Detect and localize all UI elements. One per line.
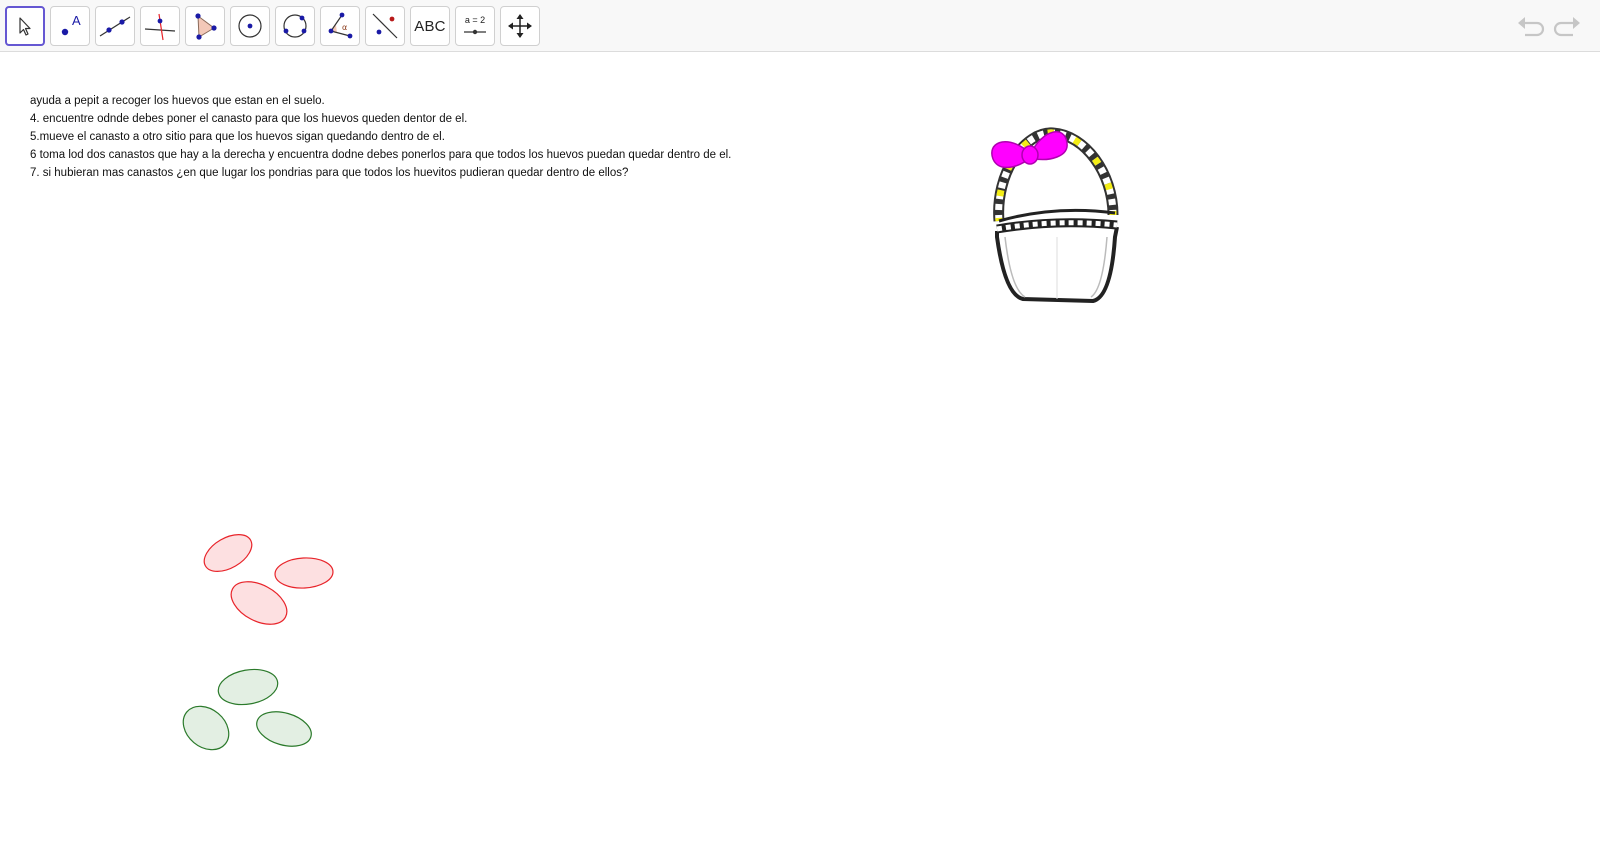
line-tool-button[interactable]: [95, 6, 135, 46]
instruction-line: 5.mueve el canasto a otro sitio para que…: [30, 131, 445, 143]
circle-three-points-tool-button[interactable]: [275, 6, 315, 46]
polygon-icon: [195, 13, 217, 40]
circle-center-icon: [238, 14, 262, 38]
instructions-text: ayuda a pepit a recoger los huevos que e…: [30, 92, 731, 182]
green-egg[interactable]: [216, 665, 281, 709]
green-egg[interactable]: [253, 706, 316, 752]
redo-button[interactable]: [1552, 12, 1584, 42]
undo-icon: [1518, 17, 1545, 37]
perpendicular-line-tool-button[interactable]: [140, 6, 180, 46]
move-tool-button[interactable]: [5, 6, 45, 46]
reflect-about-line-icon: [372, 13, 398, 39]
point-tool-button[interactable]: A: [50, 6, 90, 46]
red-egg[interactable]: [198, 527, 258, 579]
svg-text:α: α: [342, 23, 347, 32]
instruction-line: 6 toma lod dos canastos que hay a la der…: [30, 149, 732, 161]
angle-icon: α: [328, 12, 353, 39]
slider-icon: a = 2: [464, 15, 486, 35]
angle-tool-button[interactable]: α: [320, 6, 360, 46]
polygon-tool-button[interactable]: [185, 6, 225, 46]
toolbar: A α ABC a = 2: [0, 0, 1600, 52]
basket-image[interactable]: [985, 113, 1145, 308]
instruction-line: 4. encuentre odnde debes poner el canast…: [30, 113, 468, 125]
arrow-cursor-icon: [19, 17, 31, 36]
redo-icon: [1553, 17, 1580, 37]
reflect-tool-button[interactable]: [365, 6, 405, 46]
circle-three-points-icon: [283, 14, 307, 38]
svg-text:a = 2: a = 2: [465, 15, 485, 25]
green-egg[interactable]: [175, 697, 238, 758]
svg-text:A: A: [72, 13, 81, 28]
text-tool-button[interactable]: ABC: [410, 6, 450, 46]
slider-tool-button[interactable]: a = 2: [455, 6, 495, 46]
text-icon: ABC: [414, 17, 446, 35]
undo-button[interactable]: [1514, 12, 1546, 42]
instruction-line: 7. si hubieran mas canastos ¿en que luga…: [30, 167, 629, 179]
red-egg[interactable]: [274, 557, 334, 590]
perpendicular-line-icon: [144, 13, 176, 41]
point-icon: A: [61, 13, 81, 36]
line-through-points-icon: [99, 16, 131, 37]
move-graphics-view-tool-button[interactable]: [500, 6, 540, 46]
graphics-view[interactable]: ayuda a pepit a recoger los huevos que e…: [0, 53, 1600, 864]
circle-center-point-tool-button[interactable]: [230, 6, 270, 46]
instruction-line: ayuda a pepit a recoger los huevos que e…: [30, 95, 325, 107]
move-arrows-icon: [508, 14, 532, 38]
